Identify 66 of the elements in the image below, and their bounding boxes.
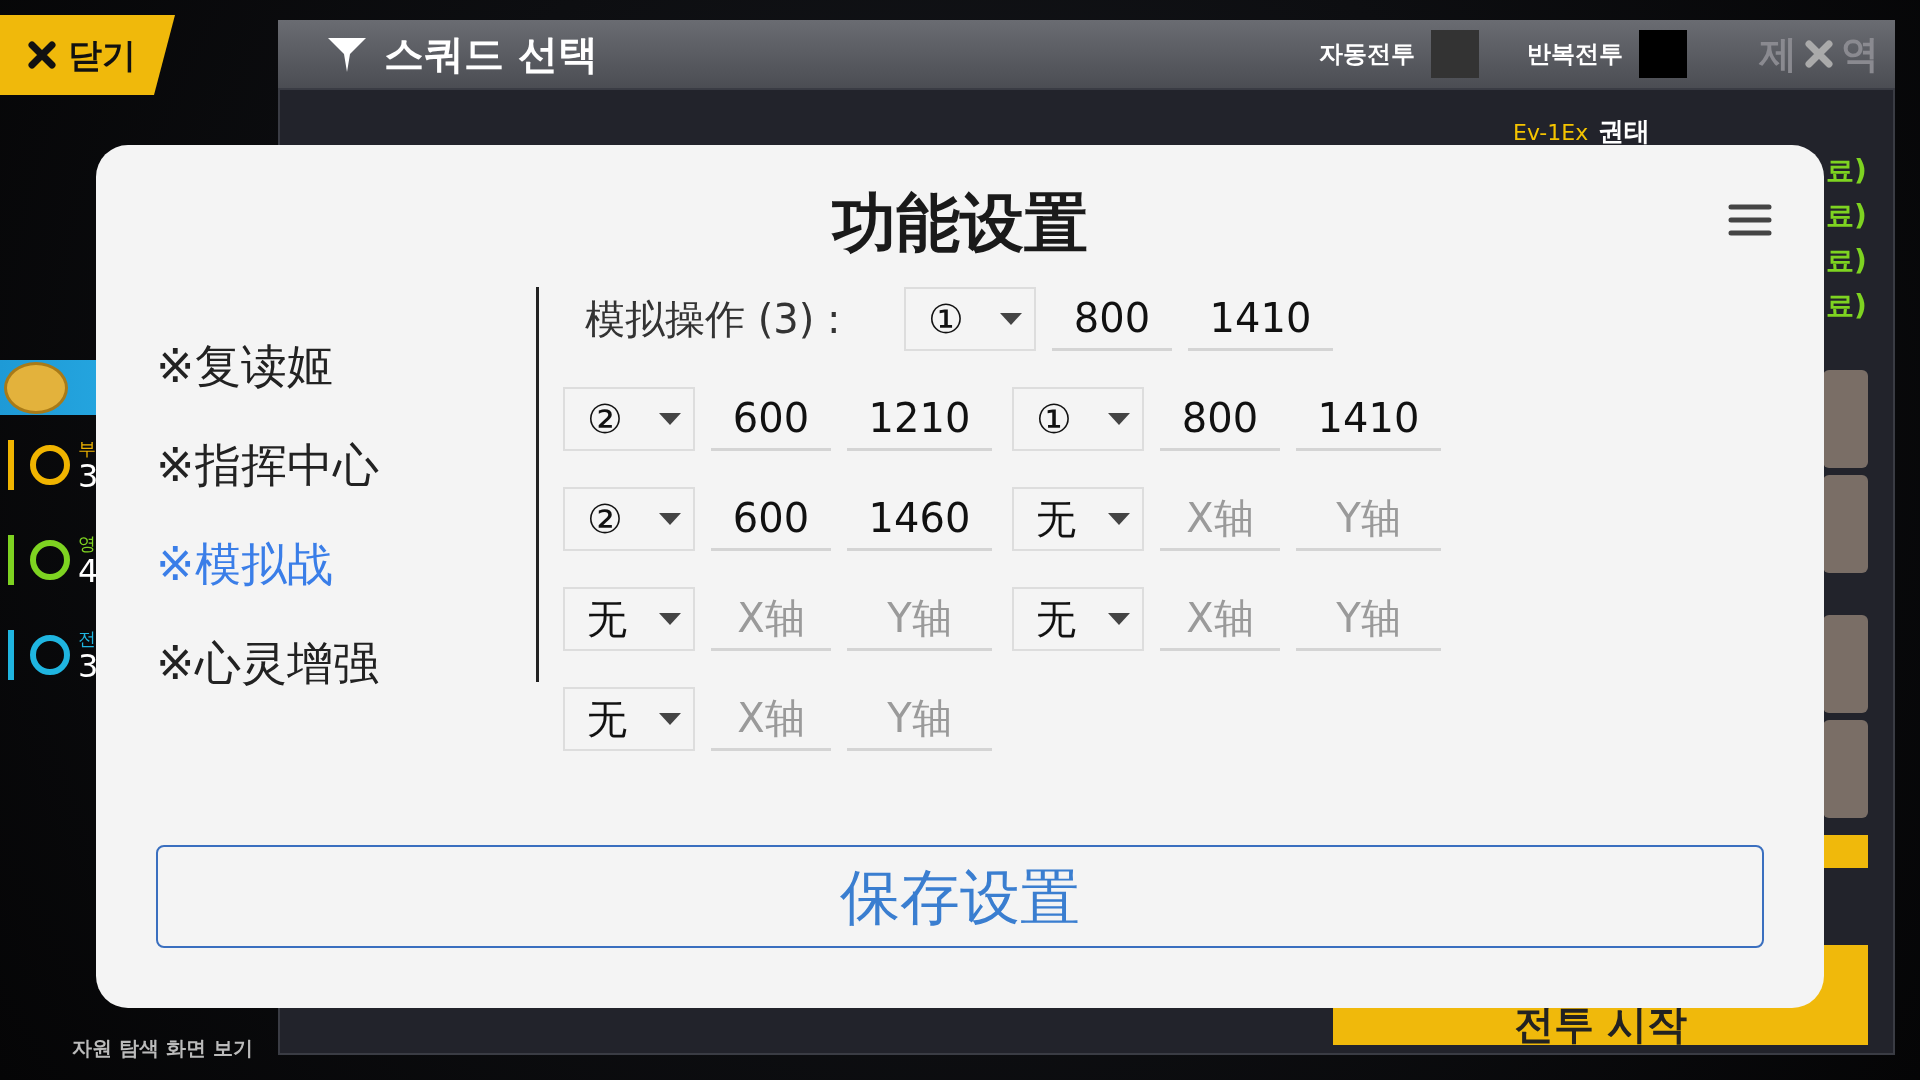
y-field[interactable]: 1210 bbox=[847, 387, 992, 451]
slot-dropdown[interactable]: 无 bbox=[1012, 487, 1144, 551]
corner-text: 역 bbox=[1841, 30, 1879, 78]
x-field[interactable]: X轴 bbox=[711, 587, 831, 651]
x-field[interactable]: 800 bbox=[1160, 387, 1280, 451]
y-field[interactable]: Y轴 bbox=[847, 587, 992, 651]
resource-value: 3 bbox=[78, 650, 99, 682]
x-field[interactable]: X轴 bbox=[1160, 487, 1280, 551]
y-field[interactable]: Y轴 bbox=[847, 687, 992, 751]
resource-label: 영 bbox=[78, 532, 94, 556]
resource-value: 3 bbox=[78, 460, 99, 492]
resource-value: 4 bbox=[78, 555, 99, 587]
caret-icon bbox=[1000, 313, 1022, 325]
toggle-checkbox[interactable] bbox=[1639, 30, 1687, 78]
toggle-label: 자동전투 bbox=[1319, 39, 1415, 70]
slot-dropdown[interactable]: 无 bbox=[1012, 587, 1144, 651]
close-icon bbox=[28, 41, 56, 69]
slot-dropdown[interactable]: ② bbox=[563, 387, 695, 451]
x-field[interactable]: 800 bbox=[1052, 287, 1172, 351]
menu-icon[interactable] bbox=[1728, 203, 1772, 237]
menu-item[interactable]: ※心灵增强 bbox=[156, 629, 379, 698]
x-field[interactable]: 600 bbox=[711, 487, 831, 551]
resource-label: 부 bbox=[78, 437, 94, 461]
caret-icon bbox=[659, 713, 681, 725]
caret-icon bbox=[1108, 513, 1130, 525]
slot-dropdown[interactable]: ① bbox=[1012, 387, 1144, 451]
toggle-checkbox[interactable] bbox=[1431, 30, 1479, 78]
caret-icon bbox=[659, 413, 681, 425]
menu-item[interactable]: ※复读姬 bbox=[156, 332, 333, 401]
y-field[interactable]: 1410 bbox=[1188, 287, 1333, 351]
caret-icon bbox=[1108, 413, 1130, 425]
menu-item[interactable]: ※模拟战 bbox=[156, 530, 333, 599]
slot-dropdown[interactable]: ① bbox=[904, 287, 1036, 351]
caret-icon bbox=[659, 513, 681, 525]
y-field[interactable]: 1460 bbox=[847, 487, 992, 551]
y-field[interactable]: Y轴 bbox=[1296, 587, 1441, 651]
close-icon[interactable] bbox=[1805, 40, 1833, 68]
slot-dropdown[interactable]: 无 bbox=[563, 687, 695, 751]
mission-status: 료) bbox=[1826, 288, 1867, 324]
mission-status: 료) bbox=[1826, 243, 1867, 279]
x-field[interactable]: X轴 bbox=[711, 687, 831, 751]
window-title: 스쿼드 선택 bbox=[384, 30, 598, 79]
resource-icon bbox=[30, 445, 70, 485]
mission-status: 료) bbox=[1826, 198, 1867, 234]
close-button[interactable]: 닫기 bbox=[0, 15, 175, 95]
caret-icon bbox=[659, 613, 681, 625]
x-field[interactable]: X轴 bbox=[1160, 587, 1280, 651]
mission-status: 료) bbox=[1826, 153, 1867, 189]
resource-label: 전 bbox=[78, 627, 94, 651]
dialog-title: 功能设置 bbox=[832, 185, 1088, 262]
save-settings-button[interactable]: 保存设置 bbox=[156, 845, 1764, 948]
menu-item[interactable]: ※指挥中心 bbox=[156, 431, 379, 500]
stage-code: Ev-1Ex bbox=[1513, 119, 1589, 147]
operation-label: 模拟操作 (3) : bbox=[584, 295, 842, 344]
x-field[interactable]: 600 bbox=[711, 387, 831, 451]
caret-icon bbox=[1108, 613, 1130, 625]
toggle-label: 반복전투 bbox=[1527, 39, 1623, 70]
y-field[interactable]: 1410 bbox=[1296, 387, 1441, 451]
resource-icon bbox=[30, 540, 70, 580]
resource-icon bbox=[30, 635, 70, 675]
corner-text: 제 bbox=[1759, 30, 1797, 78]
slot-dropdown[interactable]: 无 bbox=[563, 587, 695, 651]
y-field[interactable]: Y轴 bbox=[1296, 487, 1441, 551]
slot-dropdown[interactable]: ② bbox=[563, 487, 695, 551]
resource-view-link[interactable]: 자원 탐색 화면 보기 bbox=[72, 1033, 253, 1063]
stage-name: 권태 bbox=[1598, 115, 1650, 148]
